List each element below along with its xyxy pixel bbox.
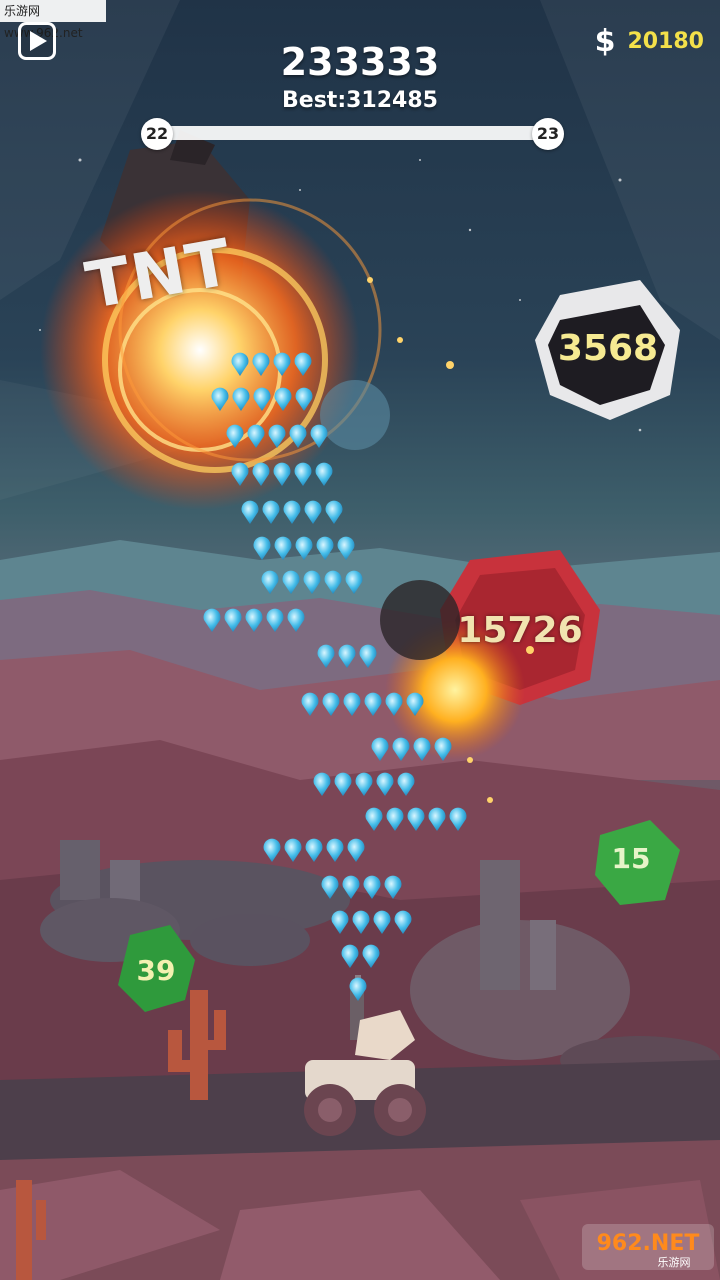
bullet <box>253 536 271 560</box>
green-rock-left-value: 39 <box>136 954 176 987</box>
dollar-icon: $ <box>594 23 616 59</box>
bullet <box>304 500 322 524</box>
coin-counter: $ 20180 <box>594 23 704 59</box>
bullet <box>241 500 259 524</box>
watermark-top: 乐游网 www.962.net <box>0 0 106 40</box>
level-next-badge: 23 <box>532 118 564 150</box>
green-rock-right-value: 15 <box>611 842 651 875</box>
bullet <box>315 462 333 486</box>
level-progress-bar <box>156 126 550 140</box>
site-logo: 962.NET 乐游网 <box>582 1224 714 1270</box>
red-rock-value: 15726 <box>457 610 583 651</box>
coin-count: 20180 <box>627 28 704 54</box>
bullet <box>262 500 280 524</box>
bullet <box>274 536 292 560</box>
bullet <box>325 500 343 524</box>
bullet <box>283 500 301 524</box>
level-current-badge: 22 <box>141 118 173 150</box>
svg-text:乐游网: 乐游网 <box>658 1256 691 1269</box>
bullet <box>294 462 312 486</box>
level-progress-fill <box>156 126 543 140</box>
background-art <box>0 0 720 1280</box>
svg-text:962.NET: 962.NET <box>597 1231 700 1256</box>
best-score: Best:312485 <box>282 88 438 113</box>
white-rock-value: 3568 <box>557 328 659 369</box>
game-scene[interactable]: 乐游网 www.962.net 233333 Best:312485 $ 201… <box>0 0 720 1280</box>
